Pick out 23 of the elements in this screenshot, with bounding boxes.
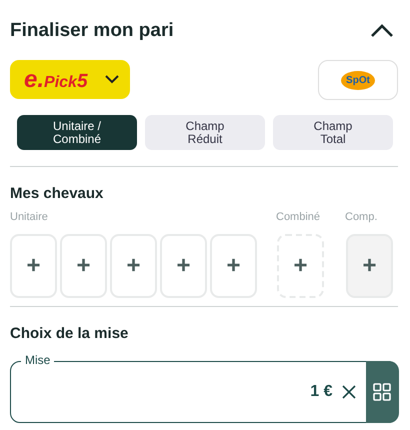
chevron-icon[interactable] bbox=[370, 24, 394, 38]
horse-slot[interactable]: + bbox=[160, 234, 207, 298]
section-title: Mes chevaux bbox=[10, 185, 104, 202]
horse-slot[interactable]: + bbox=[10, 234, 57, 298]
tab[interactable]: Unitaire / Combiné bbox=[17, 115, 137, 150]
horse-slot[interactable]: + bbox=[210, 234, 257, 298]
caret-icon bbox=[105, 75, 119, 84]
grid-icon bbox=[373, 383, 391, 401]
clear-icon[interactable] bbox=[342, 385, 356, 399]
stake-value: 1 € bbox=[310, 383, 332, 401]
panel-title: Finaliser mon pari bbox=[10, 20, 174, 42]
group-label: Unitaire bbox=[10, 211, 49, 225]
tab[interactable]: Champ Total bbox=[273, 115, 393, 150]
group-label: Combiné bbox=[276, 211, 322, 225]
horse-slot[interactable]: + bbox=[110, 234, 157, 298]
keypad-button[interactable] bbox=[366, 361, 398, 423]
horse-slot[interactable]: + bbox=[277, 234, 324, 298]
horse-slot[interactable]: + bbox=[60, 234, 107, 298]
group-label: Comp. bbox=[345, 211, 378, 225]
horse-slot[interactable]: + bbox=[346, 234, 393, 298]
section-title: Choix de la mise bbox=[10, 325, 130, 342]
field-label: Mise bbox=[21, 353, 54, 367]
tab[interactable]: Champ Réduit bbox=[145, 115, 265, 150]
